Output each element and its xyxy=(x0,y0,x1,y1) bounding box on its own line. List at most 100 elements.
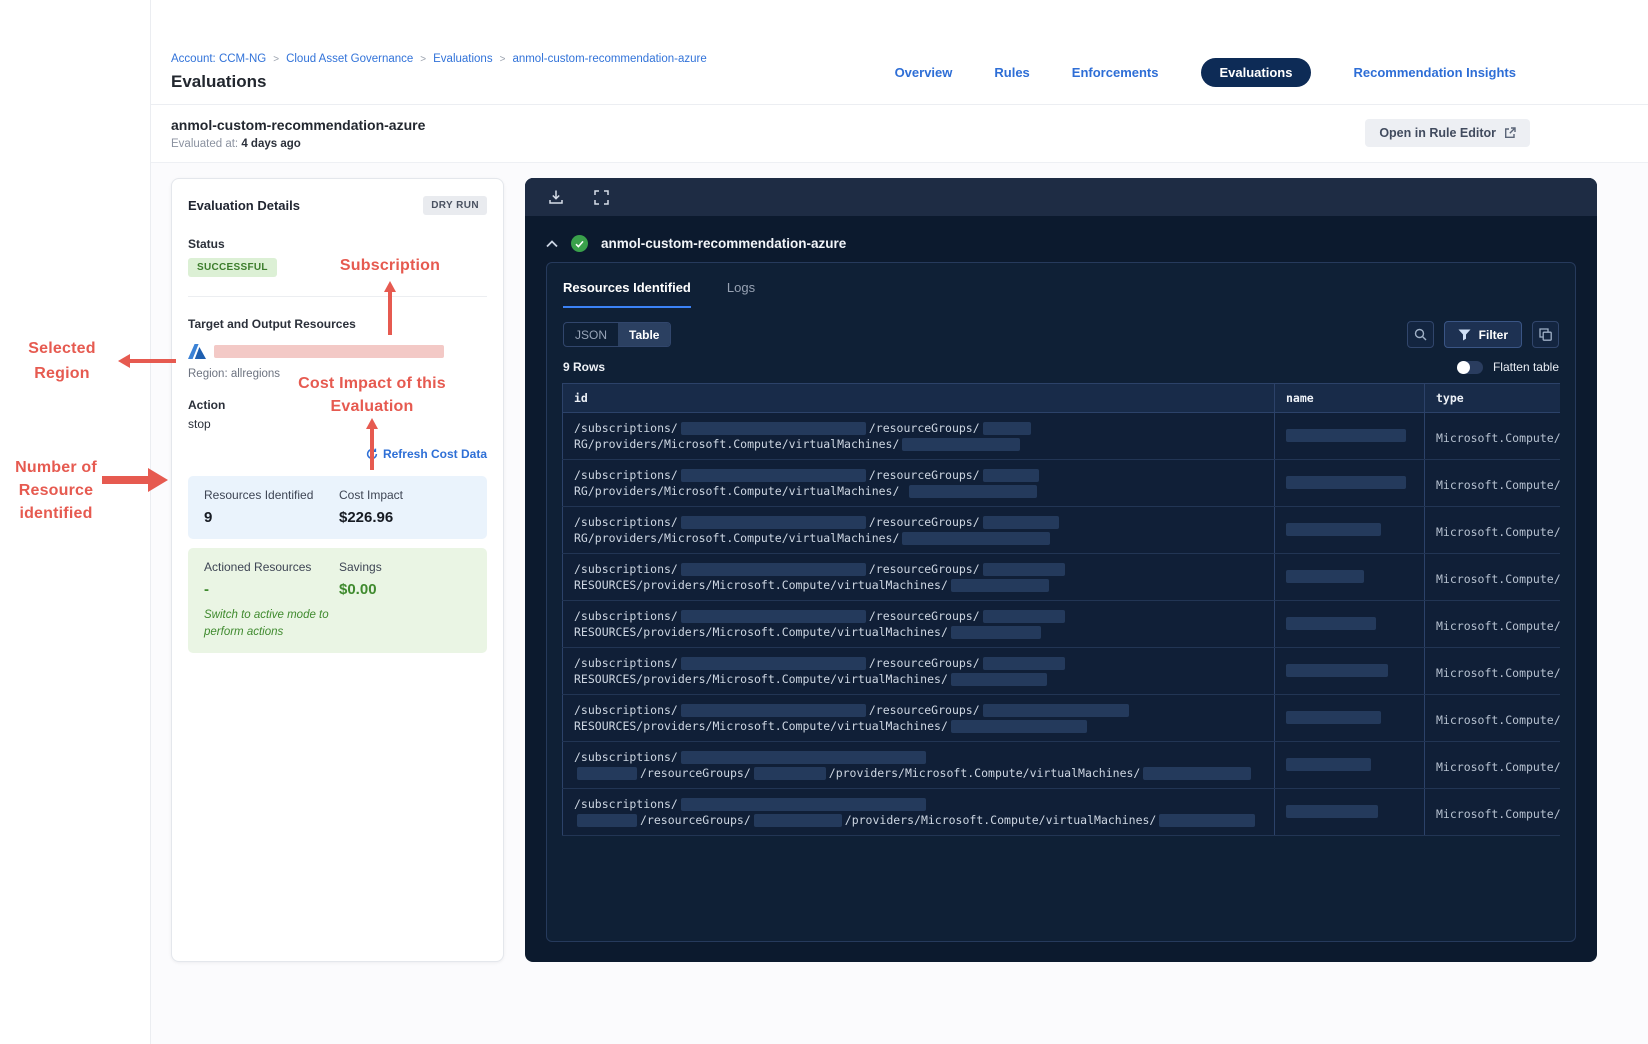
id-text: /resourceGroups/ xyxy=(640,766,751,780)
active-mode-note: Switch to active mode to perform actions xyxy=(204,609,329,638)
filter-button-label: Filter xyxy=(1478,327,1508,342)
id-line: /subscriptions/ /resourceGroups/ xyxy=(574,420,1263,436)
top-nav: Overview Rules Enforcements Evaluations Reco… xyxy=(895,58,1516,87)
subscription-row xyxy=(188,344,487,359)
rule-name: anmol-custom-recommendation-azure xyxy=(171,117,426,133)
results-tabs: Resources Identified Logs xyxy=(547,263,1575,308)
search-button[interactable] xyxy=(1406,321,1434,348)
savings-value: $0.00 xyxy=(339,581,377,598)
cell-name xyxy=(1274,506,1425,554)
redacted-segment xyxy=(982,609,1065,623)
nav-enforcements[interactable]: Enforcements xyxy=(1072,65,1159,80)
breadcrumb-link[interactable]: Evaluations xyxy=(433,53,492,65)
redacted-segment xyxy=(950,625,1041,639)
table-row: /subscriptions/ /resourceGroups/RG/provid… xyxy=(562,412,1560,460)
subheader: anmol-custom-recommendation-azure Evalua… xyxy=(151,105,1648,163)
tab-resources-identified[interactable]: Resources Identified xyxy=(563,280,691,308)
cell-id: /subscriptions/ /resourceGroups/RESOURCES… xyxy=(562,647,1275,695)
status-label: Status xyxy=(188,237,225,251)
app-header: Account: CCM-NG > Cloud Asset Governance > E… xyxy=(151,0,1648,105)
action-value: stop xyxy=(188,417,211,431)
nav-rules[interactable]: Rules xyxy=(994,65,1029,80)
breadcrumb-link[interactable]: Account: CCM-NG xyxy=(171,53,266,65)
redacted-segment xyxy=(680,750,926,764)
breadcrumb-separator: > xyxy=(499,53,506,65)
action-label: Action xyxy=(188,398,226,412)
cell-name xyxy=(1274,600,1425,648)
target-resources-label: Target and Output Resources xyxy=(188,317,356,331)
table-row: /subscriptions/ /resourceGroups/ /provider… xyxy=(562,741,1560,789)
redacted-segment xyxy=(950,578,1049,592)
id-line: /subscriptions/ xyxy=(574,749,1263,765)
cell-type: Microsoft.Compute/virtu xyxy=(1424,647,1560,695)
nav-evaluations[interactable]: Evaluations xyxy=(1200,58,1312,87)
breadcrumb-link[interactable]: Cloud Asset Governance xyxy=(286,53,413,65)
id-text: /resourceGroups/ xyxy=(640,813,751,827)
resources-inner-panel: Resources Identified Logs JSON Table Fil… xyxy=(546,262,1576,942)
evaluated-label: Evaluated at: xyxy=(171,138,239,150)
cell-id: /subscriptions/ /resourceGroups/ /provider… xyxy=(562,788,1275,836)
refresh-cost-data-link[interactable]: Refresh Cost Data xyxy=(366,447,487,461)
id-line: RG/providers/Microsoft.Compute/virtualMa… xyxy=(574,530,1263,546)
fullscreen-icon[interactable] xyxy=(594,189,609,205)
resource-type: Microsoft.Compute/virtu xyxy=(1436,477,1560,492)
column-header-id: id xyxy=(562,383,1275,413)
id-text: /subscriptions/ xyxy=(574,609,678,623)
id-text: /resourceGroups/ xyxy=(868,703,980,717)
nav-overview[interactable]: Overview xyxy=(895,65,953,80)
copy-button[interactable] xyxy=(1532,321,1559,348)
redacted-name xyxy=(1286,475,1406,489)
open-rule-editor-label: Open in Rule Editor xyxy=(1379,126,1496,140)
id-text: /providers/Microsoft.Compute/virtualMach… xyxy=(844,813,1157,827)
refresh-cost-data-label: Refresh Cost Data xyxy=(382,447,487,461)
id-text: /subscriptions/ xyxy=(574,797,678,811)
id-line: /resourceGroups/ /providers/Microsoft.Com… xyxy=(574,812,1263,828)
tab-logs[interactable]: Logs xyxy=(727,280,755,308)
cell-name xyxy=(1274,741,1425,789)
evaluated-at: Evaluated at: 4 days ago xyxy=(171,138,301,150)
region-value: Region: allregions xyxy=(188,368,281,380)
actioned-resources-value: - xyxy=(204,581,209,598)
cell-name xyxy=(1274,412,1425,460)
search-icon xyxy=(1414,328,1427,341)
redacted-segment xyxy=(680,609,866,623)
id-line: /subscriptions/ /resourceGroups/ xyxy=(574,608,1263,624)
flatten-table-toggle[interactable]: Flatten table xyxy=(1456,360,1559,374)
id-line: /subscriptions/ /resourceGroups/ xyxy=(574,561,1263,577)
resource-type: Microsoft.Compute/virtu xyxy=(1436,618,1560,633)
cell-name xyxy=(1274,694,1425,742)
redacted-segment xyxy=(982,656,1065,670)
table-header-row: id name type xyxy=(562,383,1560,413)
azure-icon xyxy=(188,344,206,359)
breadcrumb-link[interactable]: anmol-custom-recommendation-azure xyxy=(512,53,706,65)
annotation-selected-region: Selected Region xyxy=(28,340,96,382)
savings-label: Savings xyxy=(339,560,382,574)
view-toggle-table[interactable]: Table xyxy=(618,323,671,346)
nav-recommendation-insights[interactable]: Recommendation Insights xyxy=(1353,65,1516,80)
download-icon[interactable] xyxy=(548,189,564,205)
table-row: /subscriptions/ /resourceGroups/ /provider… xyxy=(562,788,1560,836)
id-text: RESOURCES/providers/Microsoft.Compute/vi… xyxy=(574,578,948,592)
id-text: /subscriptions/ xyxy=(574,515,678,529)
subscription-redacted-bar xyxy=(214,345,444,358)
open-rule-editor-button[interactable]: Open in Rule Editor xyxy=(1365,119,1530,147)
collapse-chevron-icon[interactable] xyxy=(546,239,558,248)
cell-type: Microsoft.Compute/virtu xyxy=(1424,412,1560,460)
cell-id: /subscriptions/ /resourceGroups/RESOURCES… xyxy=(562,694,1275,742)
breadcrumb: Account: CCM-NG > Cloud Asset Governance > E… xyxy=(171,53,707,65)
view-toggle-json[interactable]: JSON xyxy=(564,323,618,346)
id-text: /subscriptions/ xyxy=(574,703,678,717)
resources-identified-label: Resources Identified xyxy=(204,488,314,502)
redacted-segment xyxy=(680,703,866,717)
id-text: /resourceGroups/ xyxy=(868,609,980,623)
table-row: /subscriptions/ /resourceGroups/RESOURCES… xyxy=(562,553,1560,601)
cost-impact-value: $226.96 xyxy=(339,509,394,526)
id-text: RESOURCES/providers/Microsoft.Compute/vi… xyxy=(574,672,948,686)
page-title: Evaluations xyxy=(171,72,267,91)
redacted-segment xyxy=(909,484,1038,498)
resource-type: Microsoft.Compute/virtu xyxy=(1436,524,1560,539)
resource-type: Microsoft.Compute/virtu xyxy=(1436,759,1560,774)
cell-type: Microsoft.Compute/virtu xyxy=(1424,553,1560,601)
filter-button[interactable]: Filter xyxy=(1443,321,1522,348)
cell-type: Microsoft.Compute/virtu xyxy=(1424,506,1560,554)
